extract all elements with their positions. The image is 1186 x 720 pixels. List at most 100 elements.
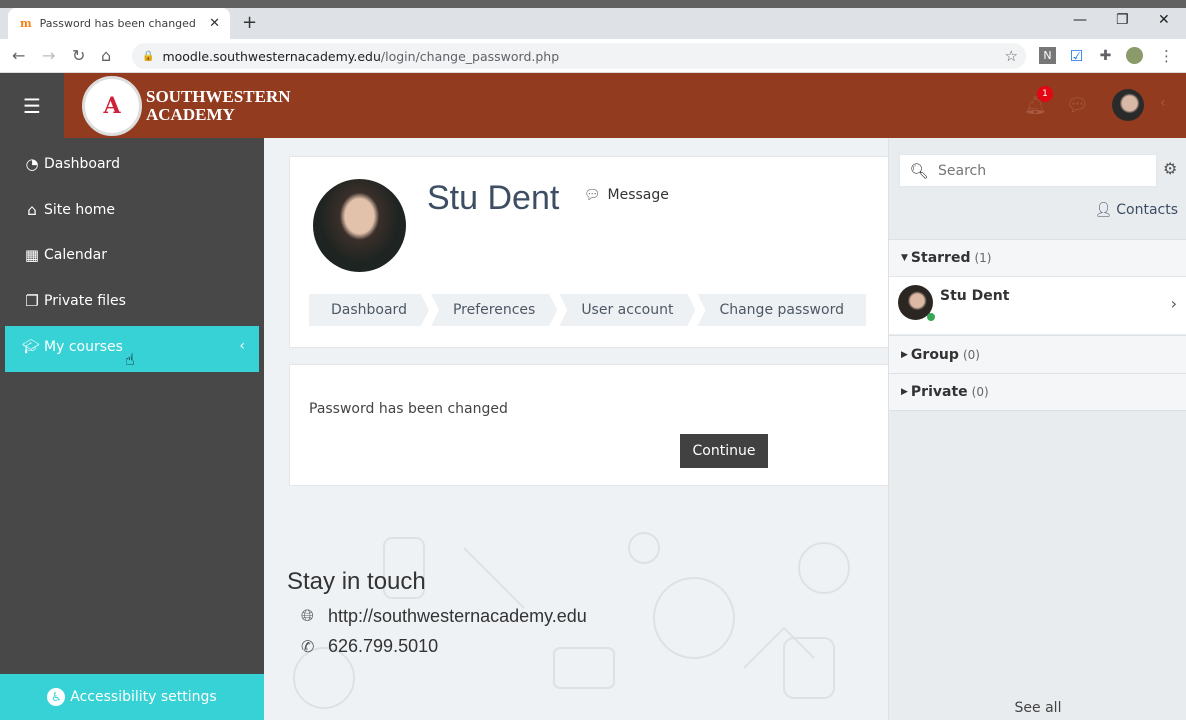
profile-avatar (313, 179, 406, 272)
message-button[interactable]: 💬︎ Message (584, 187, 669, 203)
sidebar-item-site-home[interactable]: ⌂ Site home (22, 201, 115, 219)
lock-icon: 🔒 (142, 50, 155, 62)
logo-line-2: ACADEMY (146, 105, 235, 124)
new-tab-button[interactable]: + (242, 12, 257, 33)
restore-icon[interactable]: ❐ (1116, 12, 1129, 28)
browser-tab-active[interactable]: m Password has been changed ✕ (8, 8, 230, 39)
logo-line-1: SOUTHWESTERN (146, 87, 291, 106)
phone-icon: ✆ (301, 638, 315, 656)
back-icon[interactable]: ← (12, 46, 25, 65)
sidebar-item-private-files[interactable]: ❐ Private files (22, 292, 126, 310)
message-drawer: 🔍︎ ⚙ 👤︎ Contacts ▼ Starred (1) Stu Dent … (888, 138, 1186, 720)
site-logo[interactable]: A SOUTHWESTERN ACADEMY (82, 76, 291, 136)
sidebar-item-dashboard[interactable]: ◔ Dashboard (22, 155, 120, 173)
url-host: moodle.southwesternacademy.edu (162, 48, 381, 64)
breadcrumb-preferences[interactable]: Preferences (431, 294, 557, 326)
reload-icon[interactable]: ↻ (72, 46, 85, 65)
section-private[interactable]: ▶ Private (0) (889, 373, 1186, 411)
section-group[interactable]: ▶ Group (0) (889, 335, 1186, 373)
accessibility-icon: ♿︎ (47, 688, 66, 706)
hand-cursor-icon: ☝ (125, 350, 135, 369)
profile-avatar-icon[interactable] (1126, 47, 1143, 64)
footer-phone: ✆ 626.799.5010 (301, 636, 438, 657)
hamburger-menu-button[interactable]: ☰ (0, 73, 64, 138)
continue-button[interactable]: Continue (680, 434, 768, 468)
breadcrumb-change-password: Change password (697, 294, 866, 326)
see-all-link[interactable]: See all (889, 700, 1186, 716)
caret-right-icon: ▶ (901, 349, 908, 360)
extension-n-icon[interactable]: N (1039, 47, 1056, 64)
section-starred[interactable]: ▼ Starred (1) (889, 239, 1186, 276)
close-tab-icon[interactable]: ✕ (209, 16, 220, 31)
stay-in-touch-heading: Stay in touch (287, 568, 426, 595)
calendar-icon: ▦ (24, 246, 40, 264)
section-count: (0) (962, 347, 980, 362)
nav-drawer: ◔ Dashboard ⌂ Site home ▦ Calendar ❐ Pri… (0, 138, 264, 720)
bookmark-star-icon[interactable]: ☆ (1005, 47, 1018, 65)
chevron-left-icon: ‹ (239, 338, 245, 354)
sidebar-item-label: Dashboard (44, 156, 120, 172)
globe-icon: 🌐︎ (301, 607, 314, 625)
sidebar-item-calendar[interactable]: ▦ Calendar (22, 246, 107, 264)
sidebar-item-label: Private files (44, 293, 126, 309)
extensions-puzzle-icon[interactable]: ✚ (1097, 47, 1114, 64)
phone-number: 626.799.5010 (328, 636, 439, 656)
website-link[interactable]: http://southwesternacademy.edu (328, 606, 587, 627)
main-region: Stu Dent 💬︎ Message Dashboard Preference… (264, 138, 888, 720)
user-icon: 👤︎ (1094, 202, 1113, 218)
breadcrumb-user-account[interactable]: User account (559, 294, 695, 326)
accessibility-label: Accessibility settings (70, 689, 217, 705)
section-label: Starred (910, 250, 971, 266)
online-status-dot (927, 313, 935, 321)
notice-card: Password has been changed Continue (289, 364, 888, 486)
browser-menu-icon[interactable]: ⋮ (1158, 47, 1175, 65)
section-count: (0) (971, 385, 989, 399)
url-path: /login/change_password.php (380, 48, 560, 64)
user-menu-avatar[interactable] (1112, 89, 1144, 121)
home-icon: ⌂ (27, 201, 37, 219)
contacts-link[interactable]: 👤︎ Contacts (1094, 202, 1178, 218)
section-label: Private (910, 384, 968, 400)
forward-icon[interactable]: → (42, 46, 55, 65)
window-frame (0, 0, 1186, 8)
user-menu-caret-icon[interactable]: ‹ (1160, 95, 1166, 111)
section-label: Group (910, 346, 959, 363)
minimize-icon[interactable]: — (1073, 12, 1087, 28)
speech-bubble-icon: 💬︎ (584, 187, 601, 203)
graduation-cap-icon: 🎓︎ (22, 339, 40, 355)
accessibility-settings-button[interactable]: ♿︎ Accessibility settings (0, 674, 264, 720)
chevron-right-icon: › (1170, 294, 1177, 313)
sidebar-item-label: Calendar (44, 247, 107, 263)
notice-message: Password has been changed (309, 401, 508, 417)
search-input[interactable] (938, 162, 1138, 179)
message-search-field[interactable]: 🔍︎ (899, 154, 1157, 187)
settings-gear-icon[interactable]: ⚙ (1163, 159, 1177, 178)
profile-header-card: Stu Dent 💬︎ Message Dashboard Preference… (289, 156, 888, 348)
footer-website[interactable]: 🌐︎ http://southwesternacademy.edu (301, 606, 587, 627)
academy-seal-icon: A (82, 76, 142, 136)
search-icon: 🔍︎ (909, 161, 929, 180)
caret-down-icon: ▼ (901, 253, 908, 263)
message-label: Message (607, 187, 669, 203)
breadcrumb-dashboard[interactable]: Dashboard (309, 294, 429, 326)
breadcrumb: Dashboard Preferences User account Chang… (309, 294, 868, 326)
site-header: ☰ A SOUTHWESTERN ACADEMY 🔔︎ 1 💬︎ ‹ (0, 73, 1186, 138)
address-bar-row: ← → ↻ ⌂ 🔒 moodle.southwesternacademy.edu… (0, 39, 1186, 73)
url-input[interactable]: 🔒 moodle.southwesternacademy.edu/login/c… (132, 43, 1026, 69)
profile-name: Stu Dent (427, 179, 560, 217)
caret-right-icon: ▶ (901, 387, 908, 397)
contacts-label: Contacts (1116, 202, 1178, 218)
messages-chat-icon[interactable]: 💬︎ (1066, 95, 1089, 116)
sidebar-item-label: My courses (44, 339, 123, 355)
files-icon: ❐ (25, 292, 39, 310)
extension-checklist-icon[interactable]: ☑ (1068, 47, 1085, 65)
tab-title: Password has been changed (39, 17, 196, 30)
moodle-favicon-icon: m (20, 17, 32, 30)
close-window-icon[interactable]: ✕ (1158, 12, 1170, 28)
hamburger-icon: ☰ (23, 93, 41, 118)
contact-list-item[interactable]: Stu Dent › (889, 276, 1186, 334)
notification-count-badge: 1 (1037, 86, 1053, 102)
dashboard-icon: ◔ (25, 155, 39, 173)
home-icon[interactable]: ⌂ (101, 46, 111, 65)
contact-name: Stu Dent (940, 288, 1010, 304)
